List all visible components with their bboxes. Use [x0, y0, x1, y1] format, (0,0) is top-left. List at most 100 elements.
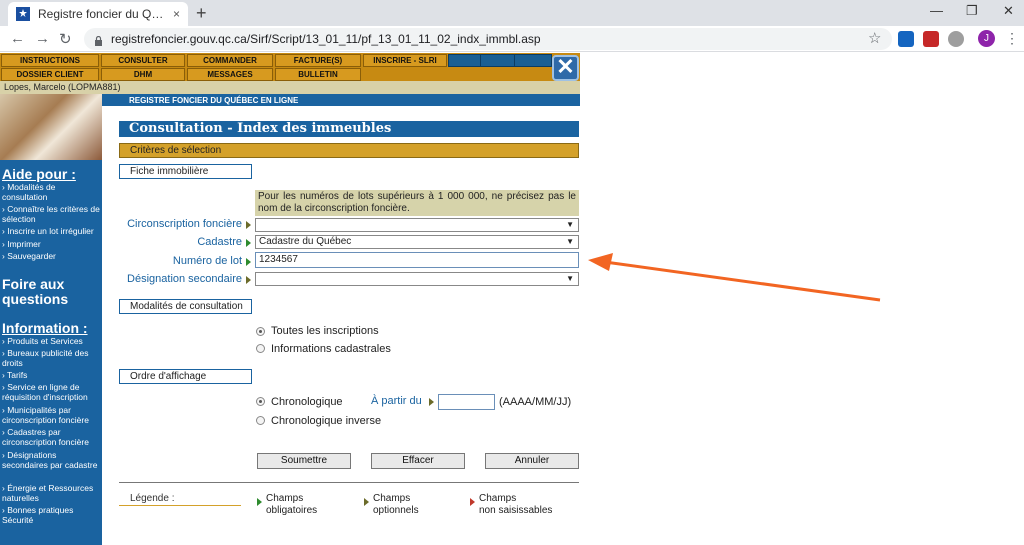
- optional-arrow-icon: [246, 221, 251, 229]
- radio-chrono-label: Chronologique: [271, 396, 343, 408]
- date-from-label: À partir du: [371, 395, 422, 407]
- email-icon[interactable]: [514, 54, 552, 67]
- lot-number-input[interactable]: 1234567: [255, 252, 579, 268]
- circonscription-select[interactable]: ▼: [255, 218, 579, 232]
- sidebar-item-imprimer[interactable]: › Imprimer: [2, 239, 102, 249]
- menu-consulter[interactable]: CONSULTER: [101, 54, 185, 67]
- page-title: Consultation - Index des immeubles: [119, 121, 579, 137]
- legend-label: Légende :: [130, 493, 175, 504]
- back-icon[interactable]: ←: [10, 30, 25, 47]
- extension-gray-icon[interactable]: [948, 31, 964, 47]
- menu-dossier-client[interactable]: DOSSIER CLIENT: [1, 68, 99, 81]
- browser-tab[interactable]: Registre foncier du Québec en ligne ×: [8, 2, 188, 26]
- menu-instructions[interactable]: INSTRUCTIONS: [1, 54, 99, 67]
- designation-select[interactable]: ▼: [255, 272, 579, 286]
- submit-button[interactable]: Soumettre: [257, 453, 351, 469]
- annotation-arrow: [588, 253, 881, 302]
- address-bar[interactable]: registrefoncier.gouv.qc.ca/Sirf/Script/1…: [84, 28, 892, 50]
- tab-close-icon[interactable]: ×: [173, 7, 180, 21]
- designation-label: Désignation secondaire: [127, 273, 242, 285]
- annotation-arrow-head: [588, 253, 613, 271]
- legend-required-arrow-icon: [257, 498, 262, 506]
- sidebar-item-lot-irregulier[interactable]: › Inscrire un lot irrégulier: [2, 226, 102, 236]
- circonscription-label: Circonscription foncière: [127, 218, 242, 230]
- browser-tab-strip: Registre foncier du Québec en ligne × + …: [0, 0, 1024, 26]
- new-tab-icon[interactable]: +: [196, 3, 207, 24]
- sidebar-item-securite[interactable]: › Bonnes pratiques Sécurité: [2, 505, 102, 525]
- fleur-de-lis-icon: [16, 7, 30, 21]
- radio-chrono-inverse[interactable]: [256, 416, 265, 425]
- cancel-button[interactable]: Annuler: [485, 453, 579, 469]
- sidebar-aide-title: Aide pour :: [2, 166, 76, 182]
- sidebar-item-designations[interactable]: › Désignations secondaires par cadastre: [2, 450, 102, 470]
- date-from-input[interactable]: [438, 394, 495, 410]
- sidebar-faq-link[interactable]: Foire aux questions: [2, 277, 102, 307]
- lock-icon: [94, 35, 103, 46]
- sidebar-item-cadastres[interactable]: › Cadastres par circonscription foncière: [2, 427, 102, 447]
- lot-number-note: Pour les numéros de lots supérieurs à 1 …: [255, 190, 579, 216]
- quit-close-icon[interactable]: ✕: [552, 55, 579, 81]
- chevron-down-icon: ▼: [566, 220, 574, 229]
- menu-bulletin[interactable]: BULLETIN: [275, 68, 361, 81]
- maximize-icon[interactable]: ❐: [966, 3, 978, 19]
- ordre-section-label: Ordre d'affichage: [119, 369, 252, 384]
- optional-arrow-icon: [429, 398, 434, 406]
- radio-cadastral-label: Informations cadastrales: [271, 343, 391, 355]
- legend-readonly: Champs non saisissables: [479, 493, 553, 516]
- menu-commander[interactable]: COMMANDER: [187, 54, 273, 67]
- tab-title: Registre foncier du Québec en ligne: [38, 7, 167, 21]
- chevron-down-icon: ▼: [566, 237, 574, 246]
- minimize-icon[interactable]: —: [930, 3, 943, 18]
- sidebar-item-bureaux[interactable]: › Bureaux publicité des droits: [2, 348, 102, 368]
- modalites-section-label: Modalités de consultation: [119, 299, 252, 314]
- sidebar-item-municipalites[interactable]: › Municipalités par circonscription fonc…: [2, 405, 102, 425]
- annotation-arrow-line: [604, 260, 881, 302]
- browser-toolbar: ← → ↻ registrefoncier.gouv.qc.ca/Sirf/Sc…: [0, 26, 1024, 52]
- lot-number-label: Numéro de lot: [172, 255, 242, 267]
- radio-all-label: Toutes les inscriptions: [271, 325, 379, 337]
- sidebar-item-produits[interactable]: › Produits et Services: [2, 336, 102, 346]
- window-close-icon[interactable]: ✕: [1003, 3, 1014, 19]
- radio-chronological[interactable]: [256, 397, 265, 406]
- required-arrow-icon: [246, 239, 251, 247]
- menu-messages[interactable]: MESSAGES: [187, 68, 273, 81]
- user-name: Lopes, Marcelo (LOPMA881): [0, 81, 580, 94]
- required-arrow-icon: [246, 258, 251, 266]
- profile-avatar[interactable]: J: [978, 30, 995, 47]
- sidebar-info-title: Information :: [2, 320, 88, 336]
- bookmark-star-icon[interactable]: ☆: [868, 29, 881, 47]
- criteria-header: Critères de sélection: [119, 143, 579, 158]
- optional-arrow-icon: [246, 276, 251, 284]
- legend-optional: Champs optionnels: [373, 493, 419, 516]
- site-banner: REGISTRE FONCIER DU QUÉBEC EN LIGNE: [102, 94, 580, 106]
- reload-icon[interactable]: ↻: [59, 30, 72, 48]
- phone-icon[interactable]: [480, 54, 518, 67]
- fiche-section-label: Fiche immobilière: [119, 164, 252, 179]
- chevron-down-icon: ▼: [566, 274, 574, 283]
- extension-cast-icon[interactable]: [898, 31, 914, 47]
- clear-button[interactable]: Effacer: [371, 453, 465, 469]
- sidebar-item-modalites[interactable]: › Modalités de consultation: [2, 182, 102, 202]
- legend-readonly-arrow-icon: [470, 498, 475, 506]
- sidebar-item-energie[interactable]: › Énergie et Ressources naturelles: [2, 483, 102, 503]
- legend-underline: [119, 505, 241, 506]
- extension-red-icon[interactable]: [923, 31, 939, 47]
- menu-inscrire-slri[interactable]: INSCRIRE - SLRI: [363, 54, 447, 67]
- url-text: registrefoncier.gouv.qc.ca/Sirf/Script/1…: [111, 32, 541, 46]
- radio-cadastral-info[interactable]: [256, 344, 265, 353]
- sidebar-item-criteres[interactable]: › Connaître les critères de sélection: [2, 204, 102, 224]
- browser-menu-icon[interactable]: ⋮: [1005, 30, 1019, 47]
- sidebar-item-requisition[interactable]: › Service en ligne de réquisition d'insc…: [2, 382, 102, 402]
- sidebar-item-sauvegarder[interactable]: › Sauvegarder: [2, 251, 102, 261]
- legend-optional-arrow-icon: [364, 498, 369, 506]
- date-format-hint: (AAAA/MM/JJ): [499, 396, 572, 408]
- sidebar-item-tarifs[interactable]: › Tarifs: [2, 370, 102, 380]
- sidebar: Aide pour : › Modalités de consultation …: [0, 94, 102, 545]
- radio-all-inscriptions[interactable]: [256, 327, 265, 336]
- legend-required: Champs obligatoires: [266, 493, 318, 516]
- forward-icon[interactable]: →: [35, 30, 50, 47]
- cadastre-select[interactable]: Cadastre du Québec ▼: [255, 235, 579, 249]
- menu-factures[interactable]: FACTURE(S): [275, 54, 361, 67]
- menu-dhm[interactable]: DHM: [101, 68, 185, 81]
- site-menu: INSTRUCTIONS CONSULTER COMMANDER FACTURE…: [0, 53, 580, 81]
